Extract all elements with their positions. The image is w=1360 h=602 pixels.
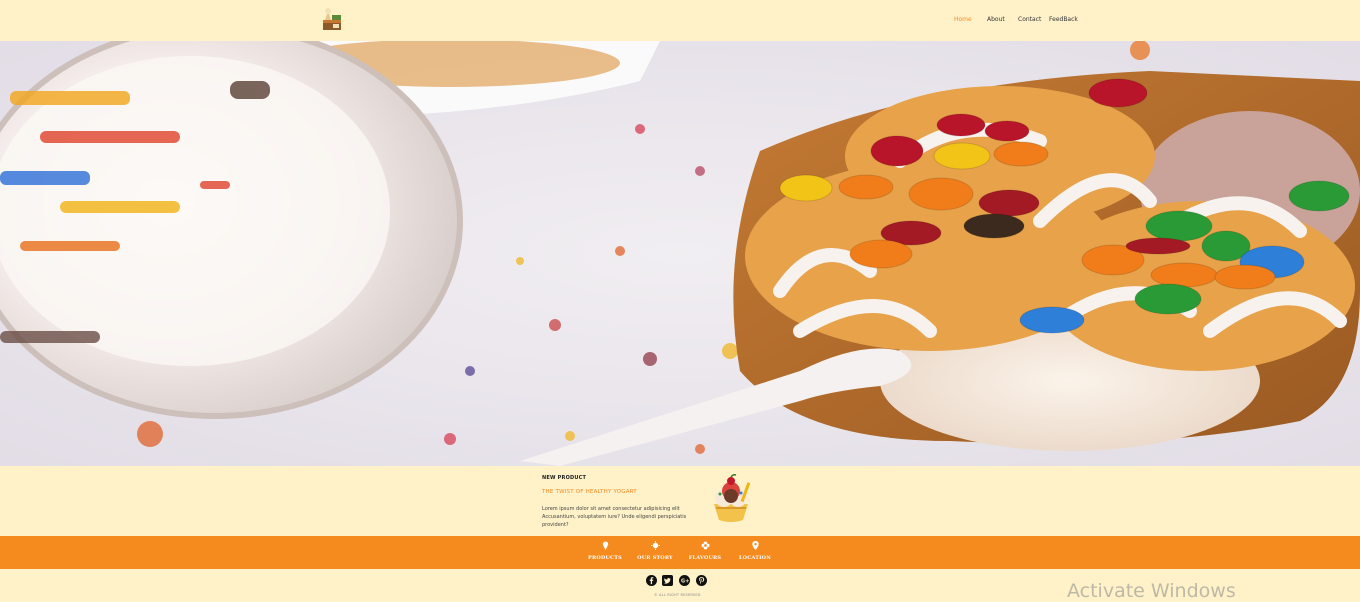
site-footer: G+ © ALL RIGHT RESERVED Activate Windows [0, 569, 1360, 602]
hero-banner [0, 41, 1360, 466]
site-header: Home About Contact FeedBack [0, 0, 1360, 41]
category-bar: PRODUCTS OUR STORY FLAVOURS LOCATION [0, 536, 1360, 569]
nav-home[interactable]: Home [954, 16, 972, 24]
new-product-section: NEW PRODUCT THE TWIST OF HEALTHY YOGART … [0, 466, 1360, 536]
category-products[interactable]: PRODUCTS [585, 541, 625, 561]
product-title[interactable]: THE TWIST OF HEALTHY YOGART [542, 489, 637, 495]
google-plus-icon[interactable]: G+ [679, 575, 690, 586]
facebook-icon[interactable] [646, 575, 657, 586]
product-description: Lorem ipsum dolor sit amet consectetur a… [542, 506, 687, 528]
product-eyebrow: NEW PRODUCT [542, 475, 587, 481]
svg-text:G+: G+ [681, 579, 689, 585]
category-label: OUR STORY [637, 555, 673, 561]
category-our-story[interactable]: OUR STORY [635, 541, 675, 561]
pinterest-icon[interactable] [696, 575, 707, 586]
flower-icon [700, 541, 710, 550]
category-label: FLAVOURS [688, 555, 722, 561]
social-links: G+ [646, 575, 716, 586]
nav-contact[interactable]: Contact [1018, 16, 1041, 24]
category-label: LOCATION [738, 555, 772, 561]
map-pin-icon [751, 541, 759, 550]
nav-feedback[interactable]: FeedBack [1049, 16, 1078, 24]
activate-windows-watermark: Activate Windows [1067, 580, 1236, 602]
main-nav: Home About Contact FeedBack [0, 16, 1360, 28]
twitter-icon[interactable] [662, 575, 673, 586]
sun-icon [650, 541, 660, 550]
sundae-icon [708, 474, 754, 524]
category-label: PRODUCTS [588, 555, 622, 561]
ice-cream-with-candy-photo [0, 41, 1360, 466]
category-location[interactable]: LOCATION [735, 541, 775, 561]
category-flavours[interactable]: FLAVOURS [685, 541, 725, 561]
ice-cream-cone-icon [602, 541, 608, 550]
copyright-text: © ALL RIGHT RESERVED [654, 593, 701, 597]
nav-about[interactable]: About [987, 16, 1005, 24]
